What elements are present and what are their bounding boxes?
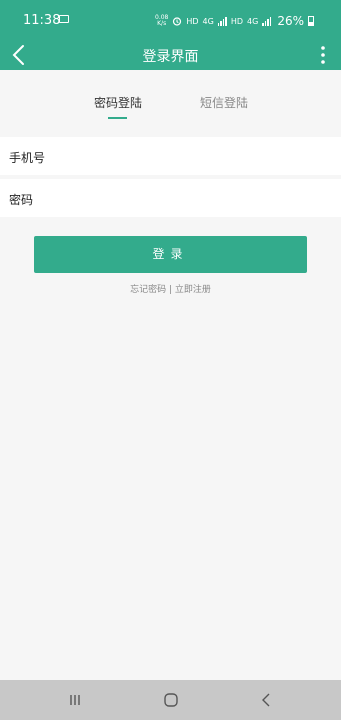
password-input[interactable] xyxy=(60,185,334,213)
login-button[interactable]: 登录 xyxy=(34,236,307,273)
more-vertical-icon xyxy=(321,46,325,64)
gallery-notification-icon xyxy=(59,15,69,23)
battery-percent: 26% xyxy=(277,14,304,28)
hd-badge-2: HD xyxy=(230,16,244,26)
password-field[interactable]: 密码 xyxy=(0,179,341,217)
recents-icon xyxy=(70,695,80,705)
phone-field[interactable]: 手机号 xyxy=(0,137,341,175)
back-icon xyxy=(262,693,270,707)
status-indicators: 0.08 K/s HD 4G HD 4G 26% xyxy=(155,14,314,28)
login-tabs: 密码登陆 短信登陆 xyxy=(0,70,341,136)
tab-password-login[interactable]: 密码登陆 xyxy=(94,94,142,111)
active-tab-indicator xyxy=(108,117,127,119)
tab-sms-login[interactable]: 短信登陆 xyxy=(200,94,248,111)
battery-icon xyxy=(308,16,314,26)
nav-back-button[interactable] xyxy=(255,690,279,710)
forgot-password-link[interactable]: 忘记密码 xyxy=(130,285,166,295)
more-options-button[interactable] xyxy=(315,44,331,66)
phone-label: 手机号 xyxy=(9,151,46,165)
recents-button[interactable] xyxy=(63,690,87,710)
status-bar: 11:38 0.08 K/s HD 4G HD 4G 26% xyxy=(0,0,341,40)
hd-badge: HD xyxy=(186,16,199,26)
alarm-icon xyxy=(173,17,182,26)
network-type-2: 4G xyxy=(247,16,259,26)
home-icon xyxy=(164,693,178,707)
network-type: 4G xyxy=(202,16,214,26)
link-separator: | xyxy=(168,285,173,295)
register-link[interactable]: 立即注册 xyxy=(175,285,211,295)
auth-links: 忘记密码 | 立即注册 xyxy=(0,282,341,295)
home-button[interactable] xyxy=(159,690,183,710)
network-speed: 0.08 K/s xyxy=(155,14,169,27)
signal-icon xyxy=(217,16,227,26)
app-bar: 登录界面 xyxy=(0,40,341,70)
signal-icon-2 xyxy=(262,16,272,26)
system-nav-bar xyxy=(0,680,341,720)
page-title: 登录界面 xyxy=(142,49,199,65)
phone-input[interactable] xyxy=(60,143,334,171)
status-time: 11:38 xyxy=(23,13,61,28)
password-label: 密码 xyxy=(9,193,34,207)
